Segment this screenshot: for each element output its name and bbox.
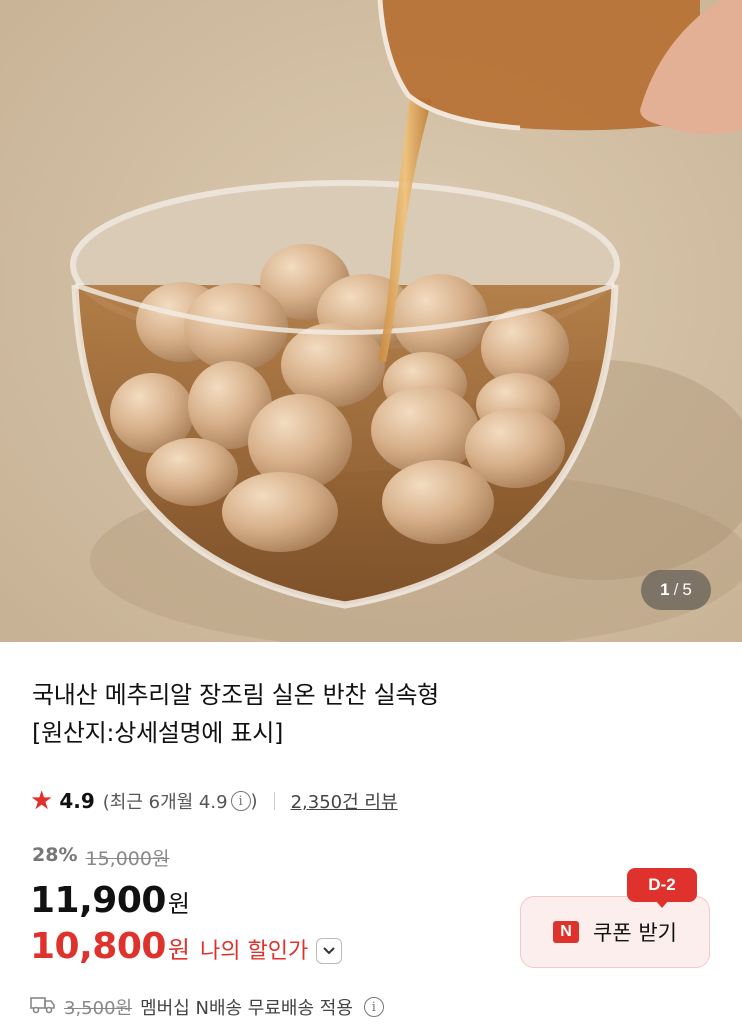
rating-score: 4.9 <box>59 789 95 813</box>
info-icon[interactable]: i <box>230 791 251 811</box>
shipping-fee: 3,500원 <box>64 998 133 1019</box>
truck-icon <box>30 996 56 1019</box>
review-count-link[interactable]: 2,350건 리뷰 <box>291 788 398 814</box>
sale-price-row: 11,900 원 <box>30 880 190 921</box>
discount-rate: 28% <box>32 844 78 866</box>
image-counter-total: 5 <box>682 580 692 599</box>
my-price-label: 나의 할인가 <box>200 939 309 964</box>
n-badge-icon: N <box>553 921 580 943</box>
coupon-area: D-2 N 쿠폰 받기 <box>520 868 710 972</box>
image-counter-current: 1 <box>660 580 670 599</box>
product-title-line1: 국내산 메추리알 장조림 실온 반찬 실속형 <box>32 681 439 709</box>
chevron-down-icon[interactable] <box>316 937 343 964</box>
discount-row: 28% 15,000원 <box>32 844 169 871</box>
product-title-line2: [원산지:상세설명에 표시] <box>32 719 284 747</box>
coupon-button[interactable]: N 쿠폰 받기 <box>520 896 710 968</box>
my-price-currency: 원 <box>167 936 191 964</box>
info-icon[interactable]: i <box>363 997 384 1017</box>
delivery-row: 3,500원 멤버십 N배송 무료배송 적용 i <box>30 994 384 1020</box>
dday-badge-tail <box>655 900 669 908</box>
my-discount-price: 10,800 <box>30 926 166 967</box>
delivery-text: 멤버십 N배송 무료배송 적용 <box>140 998 353 1019</box>
image-counter: 1 / 5 <box>641 570 711 610</box>
my-price-row: 10,800 원 나의 할인가 <box>30 926 343 967</box>
star-icon: ★ <box>30 786 54 816</box>
dday-badge: D-2 <box>627 868 697 902</box>
recent-rating: (최근 6개월 4.9 i ) <box>103 788 258 814</box>
product-title: 국내산 메추리알 장조림 실온 반찬 실속형 [원산지:상세설명에 표시] <box>32 676 692 752</box>
rating-row: ★ 4.9 (최근 6개월 4.9 i ) 2,350건 리뷰 <box>30 786 398 816</box>
sale-price: 11,900 <box>30 880 166 921</box>
recent-rating-label: (최근 6개월 4.9 <box>102 792 228 813</box>
sale-price-currency: 원 <box>167 890 191 918</box>
recent-rating-close: ) <box>250 790 258 812</box>
image-counter-separator: / <box>673 580 679 599</box>
product-image[interactable]: 1 / 5 <box>0 0 742 642</box>
coupon-button-label: 쿠폰 받기 <box>593 921 677 945</box>
original-price: 15,000원 <box>85 848 170 870</box>
product-photo <box>70 0 742 642</box>
divider <box>273 792 275 810</box>
